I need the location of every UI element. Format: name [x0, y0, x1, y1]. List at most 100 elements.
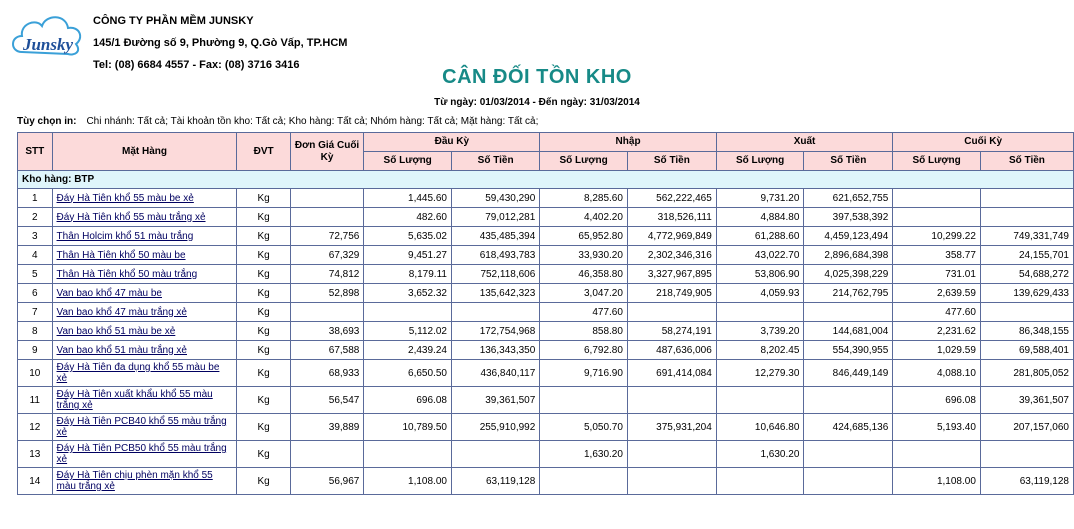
row-stt: 9	[17, 340, 53, 360]
row-unit: Kg	[236, 440, 291, 468]
row-import-qty: 33,930.20	[539, 245, 628, 265]
row-unit: Kg	[236, 413, 291, 441]
row-stt: 5	[17, 264, 53, 284]
row-import-qty: 1,630.20	[539, 440, 628, 468]
row-export-qty: 4,059.93	[715, 283, 805, 303]
row-export-amount: 144,681,004	[803, 321, 894, 341]
row-closing-qty: 696.08	[892, 386, 981, 414]
row-export-qty	[715, 467, 805, 495]
row-unit-price: 68,933	[289, 359, 365, 387]
header-stt: STT	[17, 132, 53, 171]
row-stt: 13	[17, 440, 53, 468]
row-opening-amount	[450, 302, 541, 322]
row-unit-price: 52,898	[289, 283, 365, 303]
row-export-amount: 846,449,149	[803, 359, 894, 387]
row-item-name: Đáy Hà Tiên PCB50 khổ 55 màu trắng xẻ	[51, 440, 238, 468]
row-closing-amount: 39,361,507	[979, 386, 1074, 414]
group-label: Kho hàng: BTP	[17, 170, 1074, 189]
cloud-logo-icon: Junsky	[12, 16, 82, 56]
row-opening-amount: 618,493,783	[450, 245, 541, 265]
row-stt: 2	[17, 207, 53, 227]
row-opening-amount: 172,754,968	[450, 321, 541, 341]
table-row: 1 Đáy Hà Tiên khổ 55 màu be xẻ Kg 1,445.60 5…	[17, 188, 1074, 208]
row-export-qty	[715, 386, 805, 414]
row-opening-qty: 1,445.60	[363, 188, 452, 208]
row-import-qty: 6,792.80	[539, 340, 628, 360]
header-item: Mặt Hàng	[51, 132, 238, 171]
header-closing-qty: Số Lượng	[892, 151, 981, 171]
table-row: 11 Đáy Hà Tiên xuất khẩu khổ 55 màu trắng…	[17, 386, 1074, 414]
header-unit: ĐVT	[236, 132, 291, 171]
item-name-link[interactable]: Thân Hà Tiên khổ 50 màu trắng	[57, 269, 198, 280]
row-unit: Kg	[236, 467, 291, 495]
item-name-link[interactable]: Thân Holcim khổ 51 màu trắng	[57, 231, 194, 242]
header-opening: Đầu Kỳ	[363, 132, 541, 152]
row-opening-qty: 3,652.32	[363, 283, 452, 303]
header-opening-qty: Số Lượng	[363, 151, 452, 171]
row-unit-price: 38,693	[289, 321, 365, 341]
item-name-link[interactable]: Van bao khổ 47 màu trắng xẻ	[57, 307, 187, 318]
item-name-link[interactable]: Đáy Hà Tiên xuất khẩu khổ 55 màu trắng x…	[57, 389, 213, 411]
row-unit: Kg	[236, 302, 291, 322]
item-name-link[interactable]: Đáy Hà Tiên PCB50 khổ 55 màu trắng xẻ	[57, 443, 227, 465]
row-export-qty: 1,630.20	[715, 440, 805, 468]
table-row: 9 Van bao khổ 51 màu trắng xẻ Kg 67,588 2,43…	[17, 340, 1074, 360]
row-item-name: Van bao khổ 51 màu be xẻ	[51, 321, 238, 341]
item-name-link[interactable]: Van bao khổ 51 màu trắng xẻ	[57, 345, 187, 356]
row-import-amount	[626, 386, 717, 414]
item-name-link[interactable]: Đáy Hà Tiên đa dụng khổ 55 màu be xẻ	[57, 362, 220, 384]
item-name-link[interactable]: Thân Hà Tiên khổ 50 màu be	[57, 250, 186, 261]
row-import-amount: 487,636,006	[626, 340, 717, 360]
table-row: 12 Đáy Hà Tiên PCB40 khổ 55 màu trắng xẻ K…	[17, 413, 1074, 441]
row-item-name: Van bao khổ 47 màu trắng xẻ	[51, 302, 238, 322]
row-export-amount	[803, 467, 894, 495]
report-title: CÂN ĐỐI TỒN KHO	[442, 66, 632, 88]
row-import-qty	[539, 467, 628, 495]
row-unit: Kg	[236, 264, 291, 284]
row-opening-qty: 1,108.00	[363, 467, 452, 495]
row-opening-qty: 2,439.24	[363, 340, 452, 360]
row-closing-amount: 69,588,401	[979, 340, 1074, 360]
row-opening-amount	[450, 440, 541, 468]
row-stt: 6	[17, 283, 53, 303]
row-export-qty: 3,739.20	[715, 321, 805, 341]
row-export-qty	[715, 302, 805, 322]
row-import-amount: 3,327,967,895	[626, 264, 717, 284]
table-row: 14 Đáy Hà Tiên chịu phèn mặn khổ 55 màu t…	[17, 467, 1074, 495]
row-opening-qty: 5,112.02	[363, 321, 452, 341]
table-row: 10 Đáy Hà Tiên đa dụng khổ 55 màu be xẻ Kg…	[17, 359, 1074, 387]
row-closing-qty: 5,193.40	[892, 413, 981, 441]
row-import-amount: 375,931,204	[626, 413, 717, 441]
item-name-link[interactable]: Đáy Hà Tiên khổ 55 màu trắng xẻ	[57, 212, 206, 223]
table-row: 4 Thân Hà Tiên khổ 50 màu be Kg 67,329 9,451…	[17, 245, 1074, 265]
row-export-qty: 8,202.45	[715, 340, 805, 360]
row-unit: Kg	[236, 283, 291, 303]
item-name-link[interactable]: Van bao khổ 47 màu be	[57, 288, 162, 299]
row-closing-qty: 2,639.59	[892, 283, 981, 303]
row-item-name: Thân Hà Tiên khổ 50 màu trắng	[51, 264, 238, 284]
row-unit-price: 67,329	[289, 245, 365, 265]
row-opening-amount: 435,485,394	[450, 226, 541, 246]
header-closing-amount: Số Tiền	[979, 151, 1074, 171]
row-import-qty: 4,402.20	[539, 207, 628, 227]
row-unit-price	[289, 207, 365, 227]
table-row: 5 Thân Hà Tiên khổ 50 màu trắng Kg 74,812 8,…	[17, 264, 1074, 284]
item-name-link[interactable]: Đáy Hà Tiên PCB40 khổ 55 màu trắng xẻ	[57, 416, 227, 438]
row-item-name: Đáy Hà Tiên khổ 55 màu trắng xẻ	[51, 207, 238, 227]
item-name-link[interactable]: Van bao khổ 51 màu be xẻ	[57, 326, 176, 337]
row-unit: Kg	[236, 359, 291, 387]
row-closing-amount: 54,688,272	[979, 264, 1074, 284]
row-import-amount: 58,274,191	[626, 321, 717, 341]
row-export-qty: 12,279.30	[715, 359, 805, 387]
item-name-link[interactable]: Đáy Hà Tiên chịu phèn mặn khổ 55 màu trắ…	[57, 470, 213, 492]
row-export-qty: 9,731.20	[715, 188, 805, 208]
report-date-range: Từ ngày: 01/03/2014 - Đến ngày: 31/03/20…	[434, 97, 640, 108]
row-opening-amount: 752,118,606	[450, 264, 541, 284]
row-item-name: Van bao khổ 47 màu be	[51, 283, 238, 303]
row-unit: Kg	[236, 226, 291, 246]
row-unit-price: 56,547	[289, 386, 365, 414]
row-closing-amount: 139,629,433	[979, 283, 1074, 303]
row-unit: Kg	[236, 188, 291, 208]
item-name-link[interactable]: Đáy Hà Tiên khổ 55 màu be xẻ	[57, 193, 194, 204]
row-import-amount	[626, 302, 717, 322]
